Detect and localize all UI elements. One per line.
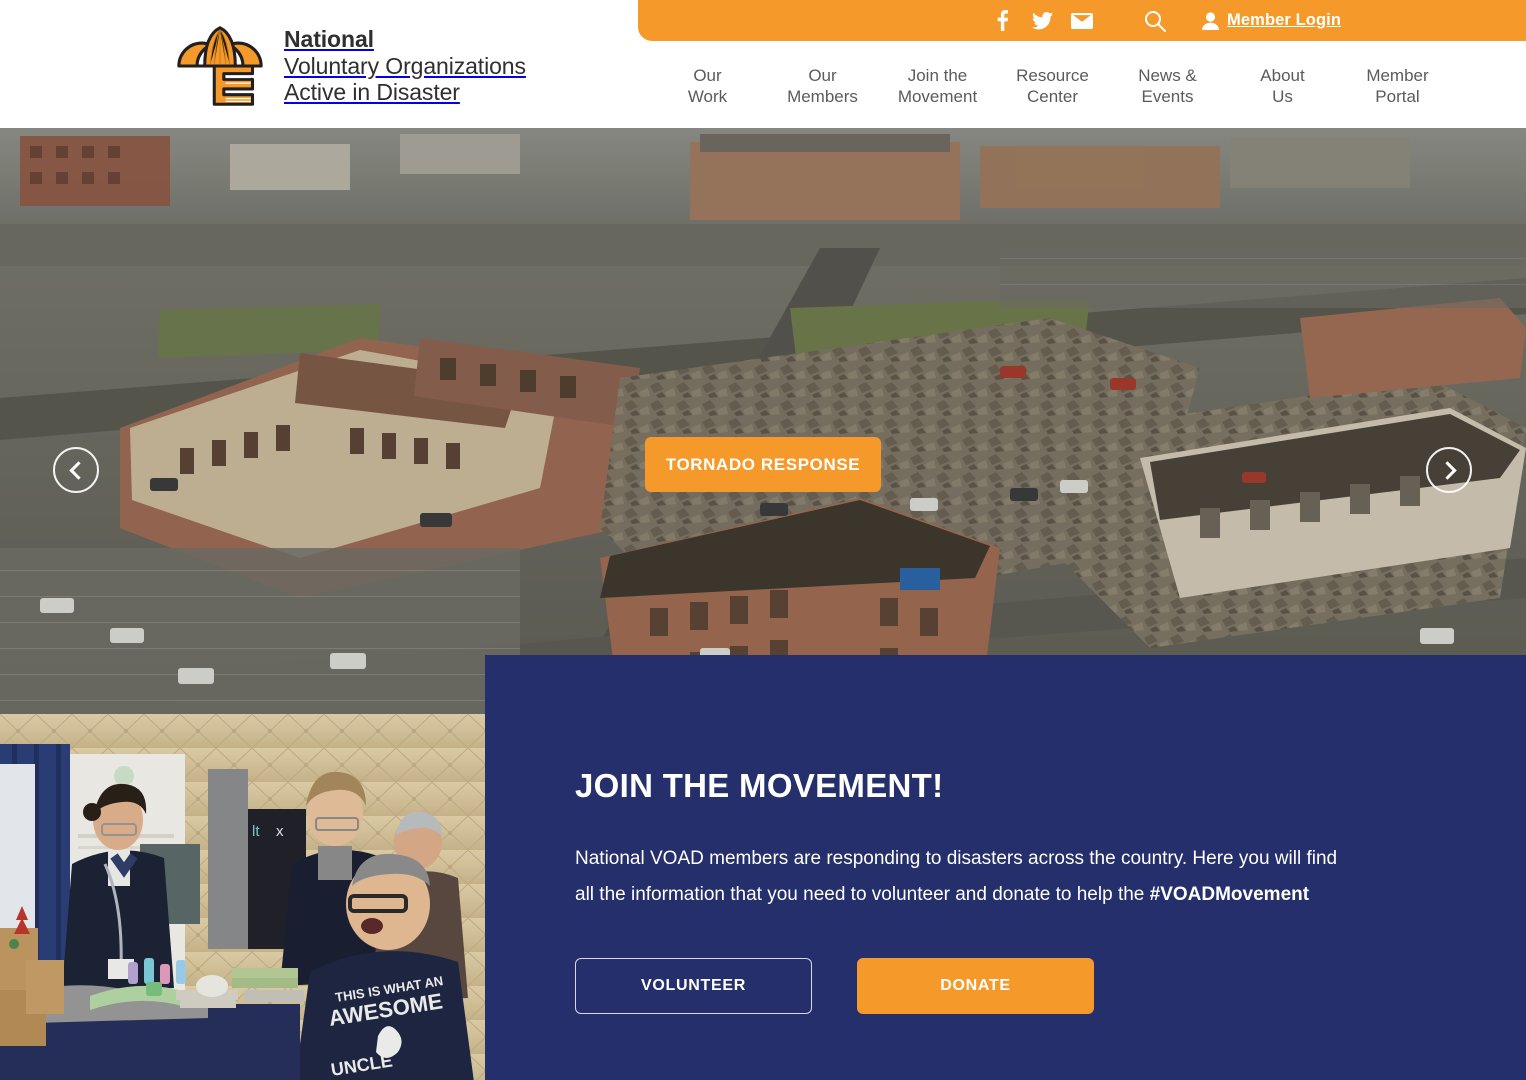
nav-item-our-work[interactable]: Our Work xyxy=(650,58,765,107)
carousel-next-button[interactable] xyxy=(1426,447,1472,493)
hero-slider: TORNADO RESPONSE xyxy=(0,128,1526,714)
tornado-response-button[interactable]: TORNADO RESPONSE xyxy=(645,437,881,492)
logo-line-2: Voluntary Organizations xyxy=(284,52,526,79)
nav-item-our-members[interactable]: Our Members xyxy=(765,58,880,107)
nav-item-news-events[interactable]: News & Events xyxy=(1110,58,1225,107)
voad-movement-hashtag: #VOADMovement xyxy=(1149,884,1310,905)
member-login-label: Member Login xyxy=(1227,11,1341,29)
homepage: TORNADO RESPONSE lt x THIS IS WHAT AN AW… xyxy=(0,0,1526,1080)
join-movement-actions: VOLUNTEER DONATE xyxy=(575,958,1526,1014)
voad-tree-logo-icon xyxy=(177,26,263,106)
user-icon xyxy=(1202,11,1220,30)
chevron-right-icon xyxy=(1437,460,1457,480)
email-icon[interactable] xyxy=(1062,0,1102,41)
logo-line-3: Active in Disaster xyxy=(284,79,460,106)
join-movement-body: National VOAD members are responding to … xyxy=(575,841,1350,913)
site-logo[interactable]: National Voluntary Organizations Active … xyxy=(172,22,526,110)
volunteer-label: VOLUNTEER xyxy=(641,977,746,994)
utility-bar: Member Login xyxy=(638,0,1526,41)
search-icon[interactable] xyxy=(1130,0,1180,41)
main-navigation: Our Work Our Members Join the Movement R… xyxy=(638,58,1526,124)
conference-photo: lt x THIS IS WHAT AN AWESOME UNCLE xyxy=(0,714,485,1080)
nav-item-resource-center[interactable]: Resource Center xyxy=(995,58,1110,107)
volunteer-button[interactable]: VOLUNTEER xyxy=(575,958,812,1014)
join-movement-panel: JOIN THE MOVEMENT! National VOAD members… xyxy=(485,655,1526,1080)
nav-item-member-portal[interactable]: Member Portal xyxy=(1340,58,1455,107)
tornado-response-label: TORNADO RESPONSE xyxy=(665,454,861,474)
carousel-prev-button[interactable] xyxy=(53,447,99,493)
donate-label: DONATE xyxy=(940,977,1011,994)
join-movement-title: JOIN THE MOVEMENT! xyxy=(575,767,944,804)
donate-button[interactable]: DONATE xyxy=(857,958,1094,1014)
logo-wordmark: National Voluntary Organizations Active … xyxy=(284,26,526,106)
hero-image xyxy=(0,128,1526,714)
logo-line-1: National xyxy=(284,25,374,52)
member-login-link[interactable]: Member Login xyxy=(1202,11,1341,30)
site-header: National Voluntary Organizations Active … xyxy=(0,0,1526,128)
nav-item-about-us[interactable]: About Us xyxy=(1225,58,1340,107)
nav-item-join-the-movement[interactable]: Join the Movement xyxy=(880,58,995,107)
twitter-icon[interactable] xyxy=(1022,0,1062,41)
conference-image: lt x THIS IS WHAT AN AWESOME UNCLE xyxy=(0,714,485,1080)
facebook-icon[interactable] xyxy=(982,0,1022,41)
chevron-left-icon xyxy=(68,460,88,480)
